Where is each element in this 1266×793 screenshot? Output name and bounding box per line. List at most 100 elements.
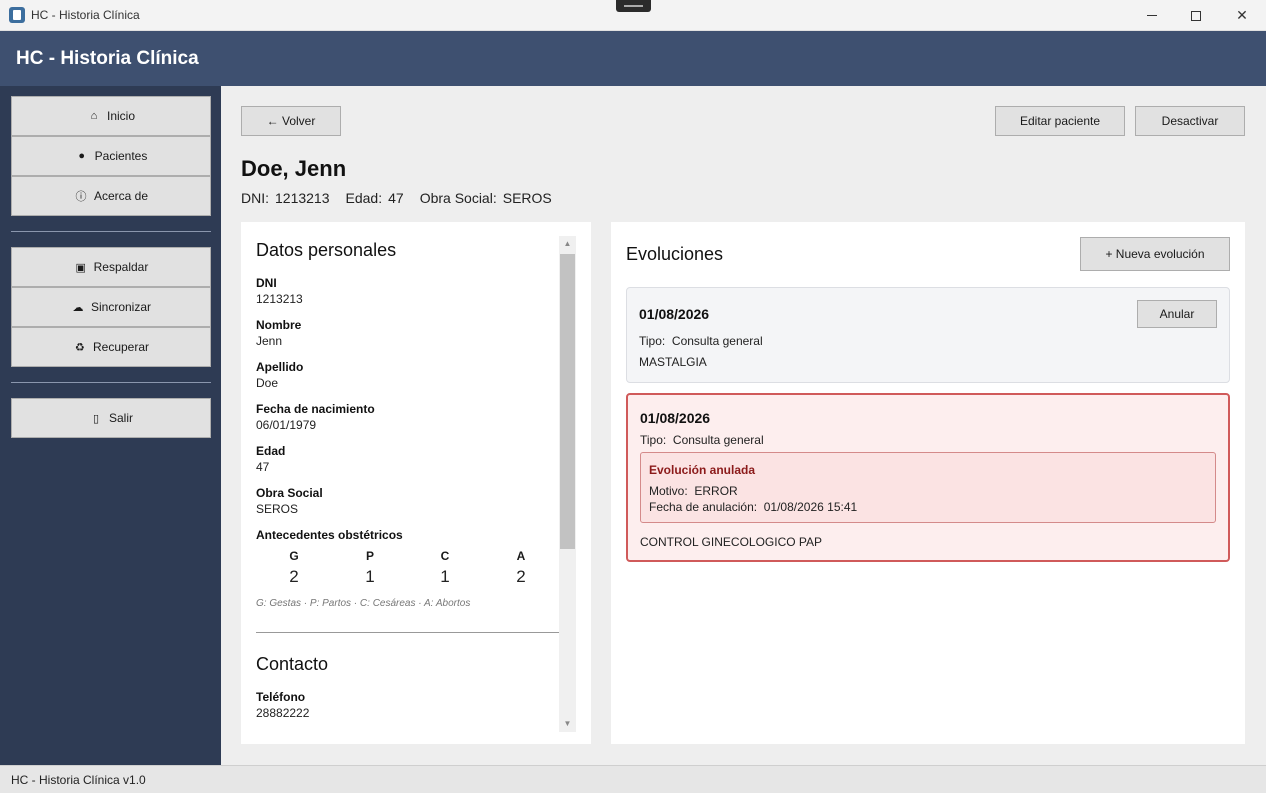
- sidebar-item-pacientes[interactable]: ● Pacientes: [11, 136, 211, 176]
- dni-value: 1213213: [275, 190, 330, 206]
- annulment-box: Evolución anulada Motivo: ERROR Fecha de…: [640, 452, 1216, 523]
- patient-name: Doe, Jenn: [241, 156, 347, 181]
- sidebar-divider: [11, 382, 211, 383]
- main-content: ← Volver Editar paciente Desactivar Doe,…: [221, 86, 1266, 765]
- obstetric-header-c: C: [440, 549, 450, 563]
- recycle-icon: ♻: [75, 341, 85, 354]
- minimize-button[interactable]: [1129, 0, 1175, 31]
- obstetric-header-a: A: [516, 549, 526, 563]
- evolutions-title: Evoluciones: [626, 244, 724, 264]
- patient-summary: DNI: 1213213 Edad: 47 Obra Social: SEROS: [241, 190, 552, 206]
- field-label: Obra Social: [256, 486, 323, 500]
- sidebar-item-label: Pacientes: [94, 149, 148, 163]
- insurance-value: SEROS: [502, 190, 552, 206]
- maximize-icon: [1191, 10, 1201, 21]
- sidebar-item-label: Recuperar: [92, 340, 150, 354]
- deactivate-button[interactable]: Desactivar: [1135, 106, 1245, 136]
- scroll-up-icon[interactable]: ▲: [559, 236, 576, 252]
- evolution-date: 01/08/2026: [640, 410, 711, 426]
- sidebar: ⌂ Inicio ● Pacientes ⓘ Acerca de ▣ Respa…: [0, 86, 221, 765]
- personal-data-panel[interactable]: Datos personales DNI 1213213 Nombre Jenn…: [241, 222, 591, 744]
- exit-icon: ▯: [92, 412, 100, 425]
- sidebar-item-acerca-de[interactable]: ⓘ Acerca de: [11, 176, 211, 216]
- status-text: HC - Historia Clínica v1.0: [11, 773, 146, 787]
- section-divider: [256, 632, 559, 633]
- maximize-button[interactable]: [1173, 0, 1219, 31]
- reason-value: ERROR: [694, 484, 738, 498]
- evolution-date: 01/08/2026: [639, 306, 710, 322]
- phone-label: Teléfono: [256, 690, 306, 704]
- annul-date-label: Fecha de anulación:: [649, 500, 758, 514]
- app-icon: [9, 7, 25, 23]
- field-value: 06/01/1979: [256, 418, 317, 432]
- obstetric-value-c: 1: [440, 567, 450, 586]
- field-label: Edad: [256, 444, 286, 458]
- field-label: Apellido: [256, 360, 304, 374]
- close-button[interactable]: ✕: [1219, 0, 1265, 31]
- window-titlebar: HC - Historia Clínica ✕: [0, 0, 1266, 31]
- annul-button[interactable]: Anular: [1137, 300, 1217, 328]
- field-value: 47: [256, 460, 270, 474]
- person-icon: ●: [78, 150, 85, 162]
- field-value: 1213213: [256, 292, 303, 306]
- evolution-card-annulled: 01/08/2026 Tipo: Consulta general Evoluc…: [626, 393, 1230, 562]
- obstetric-legend: G: Gestas · P: Partos · C: Cesáreas · A:…: [256, 598, 471, 609]
- obstetric-header-p: P: [365, 549, 374, 563]
- obstetric-value-g: 2: [289, 567, 299, 586]
- evolution-type: Tipo: Consulta general: [639, 334, 763, 348]
- type-label: Tipo:: [639, 334, 666, 348]
- type-value: Consulta general: [672, 433, 764, 447]
- obstetric-value-a: 2: [516, 567, 526, 586]
- vertical-scrollbar[interactable]: ▲ ▼: [559, 236, 576, 732]
- evolution-card: 01/08/2026 Anular Tipo: Consulta general…: [626, 287, 1230, 383]
- type-label: Tipo:: [640, 433, 667, 447]
- scroll-down-icon[interactable]: ▼: [559, 716, 576, 732]
- field-value: Jenn: [256, 334, 283, 348]
- obstetric-value-p: 1: [365, 567, 375, 586]
- reason-label: Motivo:: [649, 484, 688, 498]
- type-value: Consulta general: [671, 334, 763, 348]
- obstetric-header-g: G: [289, 549, 299, 563]
- window-title: HC - Historia Clínica: [31, 8, 140, 22]
- phone-value: 28882222: [256, 706, 310, 720]
- personal-data-title: Datos personales: [256, 240, 397, 260]
- sidebar-item-recuperar[interactable]: ♻ Recuperar: [11, 327, 211, 367]
- minimize-icon: [1147, 15, 1157, 16]
- sidebar-item-sincronizar[interactable]: ☁ Sincronizar: [11, 287, 211, 327]
- dni-label: DNI:: [241, 190, 269, 206]
- app-title: HC - Historia Clínica: [16, 48, 199, 69]
- status-bar: HC - Historia Clínica v1.0: [0, 765, 1266, 793]
- sidebar-item-inicio[interactable]: ⌂ Inicio: [11, 96, 211, 136]
- field-label: Nombre: [256, 318, 302, 332]
- sidebar-item-label: Inicio: [106, 109, 135, 123]
- annulled-title: Evolución anulada: [649, 463, 756, 477]
- annul-date: Fecha de anulación: 01/08/2026 15:41: [649, 500, 857, 514]
- sidebar-item-label: Acerca de: [93, 189, 149, 203]
- annul-reason: Motivo: ERROR: [649, 484, 738, 498]
- cloud-icon: ☁: [72, 301, 84, 314]
- field-value: Doe: [256, 376, 279, 390]
- close-icon: ✕: [1236, 7, 1248, 23]
- sidebar-item-salir[interactable]: ▯ Salir: [11, 398, 211, 438]
- snap-grip-icon[interactable]: [616, 0, 651, 12]
- annul-date-value: 01/08/2026 15:41: [763, 500, 858, 514]
- save-icon: ▣: [75, 261, 86, 274]
- obstetric-label: Antecedentes obstétricos: [256, 528, 403, 542]
- app-header: HC - Historia Clínica: [0, 31, 1266, 86]
- age-value: 47: [388, 190, 404, 206]
- sidebar-item-respaldar[interactable]: ▣ Respaldar: [11, 247, 211, 287]
- sidebar-item-label: Respaldar: [93, 260, 149, 274]
- new-evolution-button[interactable]: + Nueva evolución: [1080, 237, 1230, 271]
- field-label: DNI: [256, 276, 277, 290]
- back-button[interactable]: ← Volver: [241, 106, 341, 136]
- edit-patient-button[interactable]: Editar paciente: [995, 106, 1125, 136]
- sidebar-item-label: Salir: [108, 411, 133, 425]
- field-value: SEROS: [256, 502, 299, 516]
- scrollbar-thumb[interactable]: [560, 254, 575, 549]
- age-label: Edad:: [345, 190, 383, 206]
- evolutions-panel: Evoluciones + Nueva evolución 01/08/2026…: [611, 222, 1245, 744]
- home-icon: ⌂: [90, 110, 98, 122]
- info-icon: ⓘ: [75, 191, 87, 203]
- sidebar-item-label: Sincronizar: [90, 300, 152, 314]
- field-label: Fecha de nacimiento: [256, 402, 375, 416]
